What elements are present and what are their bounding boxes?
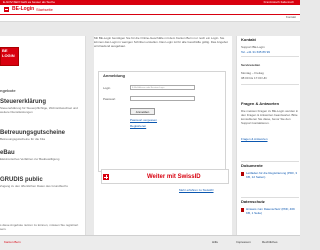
pdf-icon: [241, 172, 244, 176]
sidebar-item-title[interactable]: Steuererklärung: [0, 99, 82, 106]
sidebar-item-desc: Elektronisches Verfahren zur Baubewillig…: [0, 157, 60, 161]
footer-impressum-link[interactable]: Impressum: [236, 240, 251, 244]
page-title: BE-Login: [12, 6, 35, 12]
service-heading: Servicezeiten: [241, 63, 261, 67]
header-divider: [0, 14, 300, 15]
sidebar-item-desc: Steuererklärung für Steuerpflichtige, Wo…: [0, 106, 78, 114]
offers-heading: ngebote: [0, 88, 16, 93]
divider: [241, 197, 299, 198]
service-hours: 08:00 bis 17:00 Uhr: [241, 76, 268, 80]
sidebar-item-title[interactable]: Betreuungsgutscheine: [0, 130, 82, 137]
intro-text: Mit BE-Login benötigen Sie für die Onlin…: [94, 36, 228, 48]
footer-home-link[interactable]: Kanton Bern: [4, 240, 21, 244]
document-link-registration[interactable]: Leitfaden für die Registrierung (PDF, 3 …: [246, 171, 299, 179]
faq-heading: Fragen & Antworten: [241, 101, 280, 106]
password-label: Passwort: [103, 97, 116, 101]
login-heading: Anmeldung: [103, 73, 125, 78]
footer-legal-link[interactable]: Rechtliches: [262, 240, 278, 244]
header-kontakt-link[interactable]: Kontakt: [286, 14, 296, 20]
service-days: Montag – Freitag: [241, 71, 264, 75]
login-input[interactable]: E-Mail-Adresse oder Benutzer-Login: [130, 85, 195, 90]
sidebar-item-steuererklaerung[interactable]: Steuererklärung Steuererklärung für Steu…: [0, 99, 82, 114]
main-content: Mit BE-Login benötigen Sie für die Onlin…: [94, 36, 232, 235]
sidebar-note: s diese Angebote nutzen zu können, müsse…: [0, 223, 79, 231]
sidebar-item-title[interactable]: GRUDIS public: [0, 177, 82, 184]
contact-support: Support BE-Login: [241, 45, 265, 49]
document-link-privacy[interactable]: Hinweis zum Datenschutz (PDF, 469 KB, 1 …: [246, 207, 299, 215]
footer-help-link[interactable]: Hilfe: [212, 240, 218, 244]
divider: [241, 56, 299, 57]
faq-link[interactable]: Fragen & Antworten: [241, 137, 299, 141]
register-link[interactable]: Registrieren: [130, 124, 146, 128]
page-footer: Kanton Bern Hilfe Impressum Rechtliches: [0, 235, 300, 250]
divider: [241, 161, 299, 162]
right-column: Kontakt Support BE-Login Tel. +41 31 635…: [236, 36, 300, 235]
documents-heading: Dokumente: [241, 163, 263, 168]
contact-heading: Kontakt: [241, 37, 256, 42]
sidebar-item-desc: Zugang zu den öffentlichen Daten des Gru…: [0, 184, 68, 188]
sidebar-item-betreuungsgutscheine[interactable]: Betreuungsgutscheine Betreuungsgutschein…: [0, 130, 82, 141]
forgot-password-link[interactable]: Passwort vergessen: [130, 118, 157, 122]
swissid-help-link[interactable]: Mehr erfahren zu SwissID: [179, 188, 214, 192]
sidebar-item-ebau[interactable]: eBau Elektronisches Verfahren zur Baubew…: [0, 150, 82, 161]
sidebar-item-desc: Betreuungsgutscheine für die Kita: [0, 137, 46, 141]
sidebar-item-title[interactable]: eBau: [0, 150, 82, 157]
sidebar-item-grudis[interactable]: GRUDIS public Zugang zu den öffentlichen…: [0, 177, 82, 188]
be-login-logo: BE LOGIN: [0, 47, 19, 66]
login-button[interactable]: Anmelden: [130, 108, 155, 115]
swiss-cross-icon: [103, 174, 109, 180]
password-input[interactable]: [130, 96, 195, 101]
divider: [241, 84, 299, 85]
swissid-box[interactable]: Weiter mit SwissID: [101, 169, 229, 184]
swissid-button[interactable]: Weiter mit SwissID: [147, 174, 201, 180]
brand-icon: [4, 7, 9, 12]
logo-text-line2: LOGIN: [2, 53, 15, 58]
breadcrumb-home[interactable]: Startseite: [36, 7, 53, 12]
pdf-icon: [241, 208, 244, 212]
contact-phone[interactable]: Tel. +41 31 635 86 99: [241, 50, 299, 54]
login-label: Login: [103, 86, 111, 90]
faq-text: Die meisten Fragen zu BE-Login werden in…: [241, 109, 299, 125]
page-header: BE-Login Startseite Kontakt: [0, 5, 300, 22]
privacy-heading: Datenschutz: [241, 199, 265, 204]
login-box: Anmeldung Login E-Mail-Adresse oder Benu…: [98, 71, 229, 192]
